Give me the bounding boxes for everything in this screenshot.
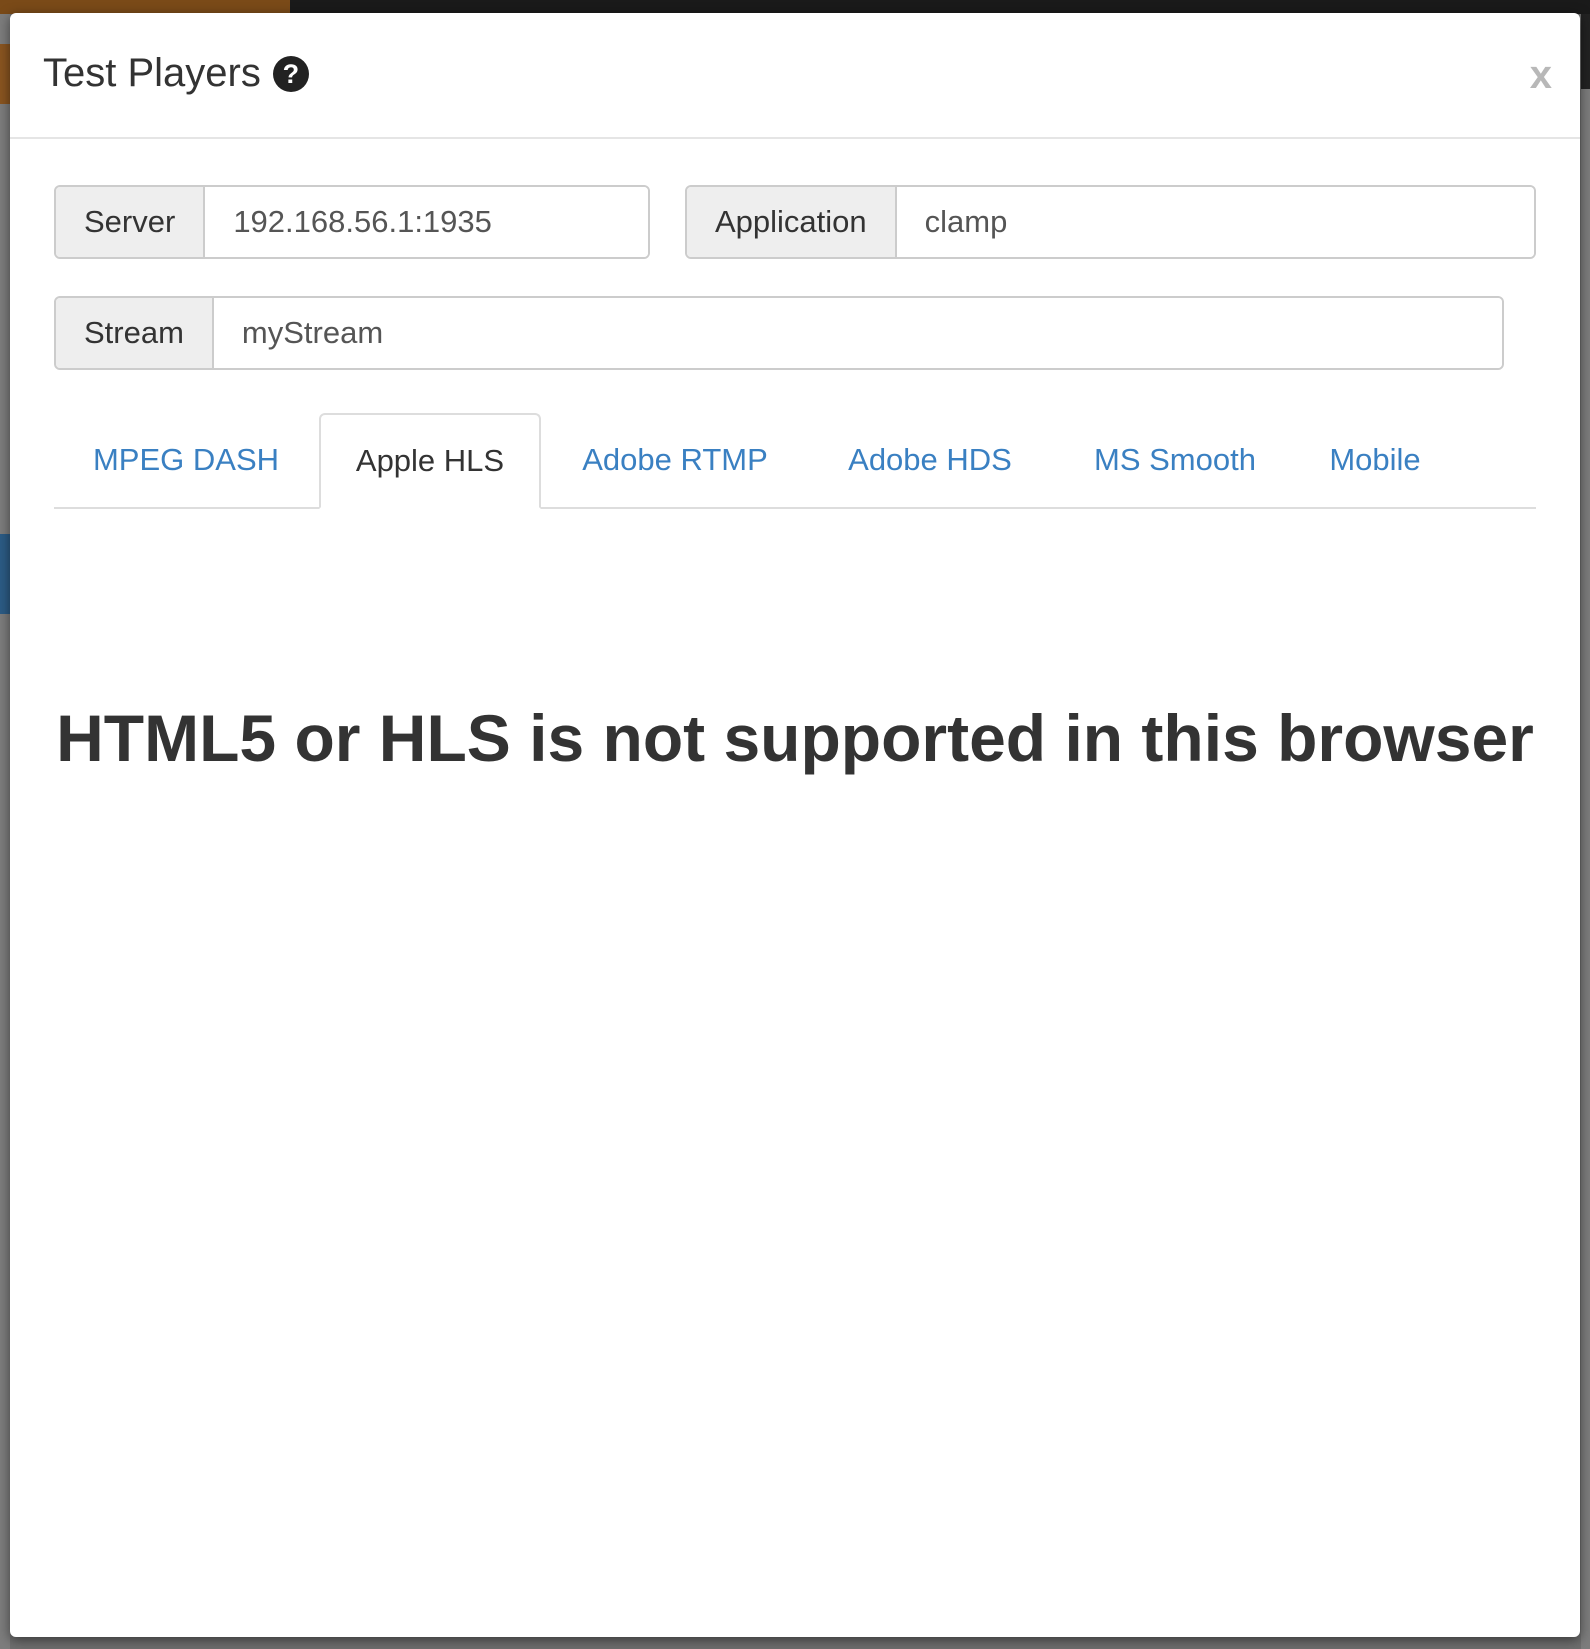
background-page-right	[1581, 14, 1590, 1649]
tab-mpeg-dash[interactable]: MPEG DASH	[54, 413, 318, 507]
application-input-group: Application clamp	[685, 185, 1536, 259]
question-circle-icon[interactable]: ?	[272, 55, 309, 92]
stream-input[interactable]: myStream	[213, 298, 1502, 368]
close-button[interactable]: x	[1530, 53, 1552, 98]
tab-ms-smooth[interactable]: MS Smooth	[1053, 413, 1297, 507]
modal-header: Test Players ? x	[10, 13, 1580, 139]
stream-label: Stream	[56, 298, 214, 368]
player-tabs: MPEG DASH Apple HLS Adobe RTMP Adobe HDS…	[54, 413, 1536, 509]
stream-input-group: Stream myStream	[54, 296, 1504, 370]
background-accent	[1581, 14, 1590, 89]
modal-title: Test Players ?	[43, 51, 309, 96]
tab-apple-hls[interactable]: Apple HLS	[319, 413, 541, 509]
background-navbar-brand	[0, 0, 290, 14]
tab-adobe-rtmp[interactable]: Adobe RTMP	[543, 413, 807, 507]
application-input[interactable]: clamp	[896, 187, 1534, 257]
tab-mobile[interactable]: Mobile	[1297, 413, 1453, 507]
background-navbar	[290, 0, 1590, 14]
server-input[interactable]: 192.168.56.1:1935	[205, 187, 648, 257]
tab-adobe-hds[interactable]: Adobe HDS	[807, 413, 1053, 507]
server-input-group: Server 192.168.56.1:1935	[54, 185, 650, 259]
server-label: Server	[56, 187, 206, 257]
background-page-left	[0, 14, 10, 1649]
background-accent	[0, 44, 10, 104]
application-label: Application	[687, 187, 897, 257]
background-accent	[0, 534, 10, 614]
modal-title-text: Test Players	[43, 51, 261, 95]
player-unsupported-message: HTML5 or HLS is not supported in this br…	[56, 701, 1534, 775]
test-players-modal: Test Players ? x Server 192.168.56.1:193…	[10, 13, 1580, 1637]
